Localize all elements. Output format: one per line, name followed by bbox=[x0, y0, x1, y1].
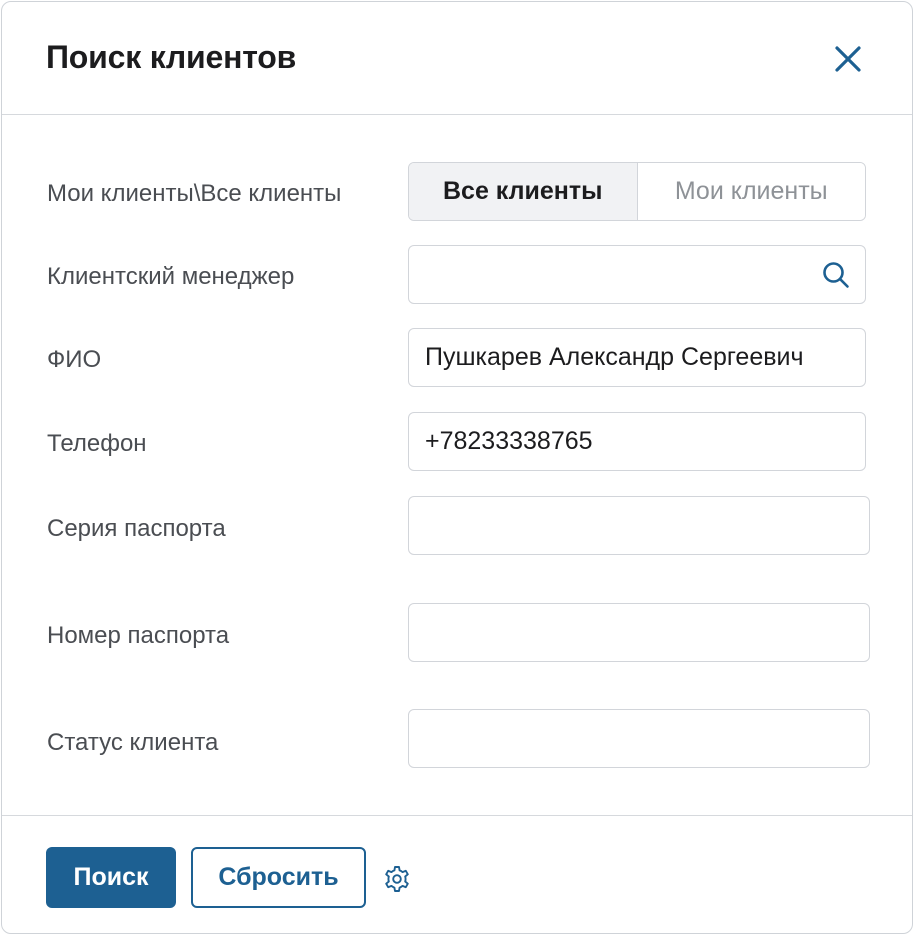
scope-segmented-control: Все клиенты Мои клиенты bbox=[408, 162, 866, 221]
dialog-title: Поиск клиентов bbox=[46, 39, 297, 75]
reset-button[interactable]: Сбросить bbox=[191, 847, 366, 908]
fio-input[interactable] bbox=[409, 329, 865, 386]
dialog-header: Поиск клиентов bbox=[2, 2, 912, 115]
manager-search-button[interactable] bbox=[821, 260, 851, 290]
settings-button[interactable] bbox=[382, 864, 412, 894]
manager-label: Клиентский менеджер bbox=[47, 263, 295, 290]
status-input[interactable] bbox=[409, 710, 869, 767]
manager-field bbox=[408, 245, 866, 304]
gear-icon bbox=[385, 866, 409, 892]
close-button[interactable] bbox=[828, 39, 868, 79]
segment-all-clients[interactable]: Все клиенты bbox=[409, 163, 638, 220]
passport-series-label: Серия паспорта bbox=[47, 515, 226, 542]
passport-number-label: Номер паспорта bbox=[47, 622, 230, 649]
manager-input[interactable] bbox=[409, 246, 865, 303]
phone-input[interactable] bbox=[409, 413, 865, 470]
client-search-dialog: Поиск клиентов Мои клиенты\Все клиенты В… bbox=[1, 1, 913, 934]
passport-number-field bbox=[408, 603, 870, 662]
close-icon bbox=[835, 46, 861, 72]
search-icon bbox=[823, 262, 849, 288]
status-label: Статус клиента bbox=[47, 729, 219, 756]
passport-series-input[interactable] bbox=[409, 497, 869, 554]
passport-series-field bbox=[408, 496, 870, 555]
status-field bbox=[408, 709, 870, 768]
fio-field bbox=[408, 328, 866, 387]
fio-label: ФИО bbox=[47, 346, 102, 373]
search-button[interactable]: Поиск bbox=[46, 847, 176, 908]
dialog-footer: Поиск Сбросить bbox=[2, 815, 912, 933]
scope-label: Мои клиенты\Все клиенты bbox=[47, 180, 342, 207]
passport-number-input[interactable] bbox=[409, 604, 869, 661]
phone-field bbox=[408, 412, 866, 471]
segment-my-clients[interactable]: Мои клиенты bbox=[637, 163, 865, 220]
phone-label: Телефон bbox=[47, 430, 147, 457]
